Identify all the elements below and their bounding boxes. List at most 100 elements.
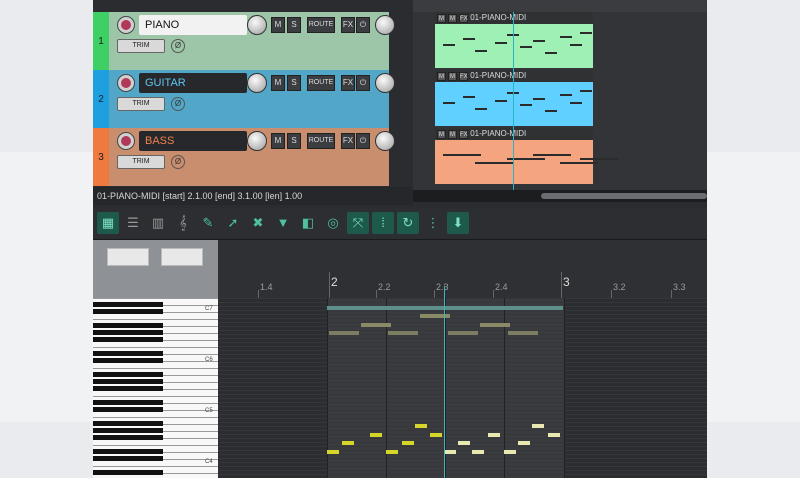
midi-note[interactable] xyxy=(518,441,530,445)
midi-note[interactable] xyxy=(342,441,354,445)
black-key[interactable] xyxy=(93,386,163,391)
piano-roll-ruler[interactable]: 1.4 2 2.2 2.3 2.4 3 3.2 3.3 xyxy=(218,240,707,298)
phase-icon[interactable]: Ø xyxy=(171,97,185,111)
insert-note-icon[interactable]: ✎ xyxy=(197,212,219,234)
track-2[interactable]: 2 GUITAR M S ROUTE FX ⏻ TRIM Ø xyxy=(93,70,395,128)
midi-item[interactable]: M M FX 01-PIANO-MIDI xyxy=(435,12,593,68)
snap-icon[interactable]: ⤧ xyxy=(347,212,369,234)
black-key[interactable] xyxy=(93,470,163,475)
track-1[interactable]: 1 PIANO M S ROUTE FX ⏻ TRIM Ø xyxy=(93,12,395,70)
contrast-icon[interactable]: ◧ xyxy=(297,212,319,234)
trim-button[interactable]: TRIM xyxy=(117,97,165,111)
black-key[interactable] xyxy=(93,435,163,440)
midi-note[interactable] xyxy=(448,331,478,335)
volume-knob[interactable] xyxy=(247,131,267,151)
solo-button[interactable]: S xyxy=(287,133,301,149)
lane-selector-box[interactable] xyxy=(107,248,149,266)
black-key[interactable] xyxy=(93,323,163,328)
item-fx-icon[interactable]: FX xyxy=(459,72,468,81)
black-key[interactable] xyxy=(93,379,163,384)
save-icon[interactable]: ⬇ xyxy=(447,212,469,234)
filter-icon[interactable]: ▼ xyxy=(272,212,294,234)
phase-icon[interactable]: Ø xyxy=(171,39,185,53)
midi-note[interactable] xyxy=(327,450,339,454)
black-key[interactable] xyxy=(93,372,163,377)
piano-keyboard[interactable]: C7 C6 C5 C4 xyxy=(93,298,218,478)
midi-note[interactable] xyxy=(480,323,510,327)
item-mute-icon[interactable]: M xyxy=(437,14,446,23)
black-key[interactable] xyxy=(93,330,163,335)
midi-note[interactable] xyxy=(415,424,427,428)
volume-knob[interactable] xyxy=(247,15,267,35)
fx-button[interactable]: FX xyxy=(341,133,355,149)
mute-button[interactable]: M xyxy=(271,75,285,91)
lane-selector-box[interactable] xyxy=(161,248,203,266)
solo-button[interactable]: S xyxy=(287,17,301,33)
pan-knob[interactable] xyxy=(375,131,395,151)
black-key[interactable] xyxy=(93,456,163,461)
record-arm-button[interactable] xyxy=(117,132,135,150)
volume-knob[interactable] xyxy=(247,73,267,93)
record-arm-button[interactable] xyxy=(117,74,135,92)
phase-icon[interactable]: Ø xyxy=(171,155,185,169)
black-key[interactable] xyxy=(93,309,163,314)
midi-note[interactable] xyxy=(548,433,560,437)
mute-button[interactable]: M xyxy=(271,17,285,33)
midi-note[interactable] xyxy=(402,441,414,445)
black-key[interactable] xyxy=(93,337,163,342)
midi-note[interactable] xyxy=(532,424,544,428)
midi-note[interactable] xyxy=(488,433,500,437)
fx-power-icon[interactable]: ⏻ xyxy=(356,17,370,33)
black-key[interactable] xyxy=(93,449,163,454)
track-name-field[interactable]: BASS xyxy=(139,131,247,151)
fx-button[interactable]: FX xyxy=(341,17,355,33)
erase-note-icon[interactable]: ✖ xyxy=(247,212,269,234)
midi-note[interactable] xyxy=(370,433,382,437)
select-note-icon[interactable]: ➚ xyxy=(222,212,244,234)
black-key[interactable] xyxy=(93,351,163,356)
midi-note[interactable] xyxy=(327,306,563,310)
midi-note[interactable] xyxy=(472,450,484,454)
track-name-field[interactable]: GUITAR xyxy=(139,73,247,93)
midi-item[interactable]: M M FX 01-PIANO-MIDI xyxy=(435,70,593,126)
midi-note[interactable] xyxy=(444,450,456,454)
mute-button[interactable]: M xyxy=(271,133,285,149)
item-midi-icon[interactable]: M xyxy=(448,14,457,23)
horizontal-scrollbar[interactable] xyxy=(413,190,707,202)
list-view-icon[interactable]: ☰ xyxy=(122,212,144,234)
item-midi-icon[interactable]: M xyxy=(448,130,457,139)
midi-note[interactable] xyxy=(361,323,391,327)
black-key[interactable] xyxy=(93,302,163,307)
midi-note[interactable] xyxy=(388,331,418,335)
item-fx-icon[interactable]: FX xyxy=(459,130,468,139)
item-mute-icon[interactable]: M xyxy=(437,130,446,139)
trim-button[interactable]: TRIM xyxy=(117,39,165,53)
fx-power-icon[interactable]: ⏻ xyxy=(356,75,370,91)
midi-item[interactable]: M M FX 01-PIANO-MIDI xyxy=(435,128,618,184)
item-fx-icon[interactable]: FX xyxy=(459,14,468,23)
track-3[interactable]: 3 BASS M S ROUTE FX ⏻ TRIM Ø xyxy=(93,128,395,186)
midi-note[interactable] xyxy=(329,331,359,335)
pan-knob[interactable] xyxy=(375,73,395,93)
midi-note[interactable] xyxy=(386,450,398,454)
keys-view-icon[interactable]: ▥ xyxy=(147,212,169,234)
scrollbar-thumb[interactable] xyxy=(541,193,707,199)
footsteps-icon[interactable]: ⋮ xyxy=(422,212,444,234)
trim-button[interactable]: TRIM xyxy=(117,155,165,169)
quantize-icon[interactable]: ◎ xyxy=(322,212,344,234)
solo-button[interactable]: S xyxy=(287,75,301,91)
fx-power-icon[interactable]: ⏻ xyxy=(356,133,370,149)
fx-button[interactable]: FX xyxy=(341,75,355,91)
record-arm-button[interactable] xyxy=(117,16,135,34)
track-name-field[interactable]: PIANO xyxy=(139,15,247,35)
item-midi-icon[interactable]: M xyxy=(448,72,457,81)
arrange-view[interactable]: M M FX 01-PIANO-MIDI M M FX 01-PIANO-MIDI MM… xyxy=(413,12,707,202)
note-grid[interactable] xyxy=(218,298,707,478)
midi-note[interactable] xyxy=(508,331,538,335)
arrange-ruler[interactable] xyxy=(413,0,707,12)
pan-knob[interactable] xyxy=(375,15,395,35)
black-key[interactable] xyxy=(93,407,163,412)
route-button[interactable]: ROUTE xyxy=(307,17,335,33)
midi-note[interactable] xyxy=(458,441,470,445)
midi-note[interactable] xyxy=(430,433,442,437)
